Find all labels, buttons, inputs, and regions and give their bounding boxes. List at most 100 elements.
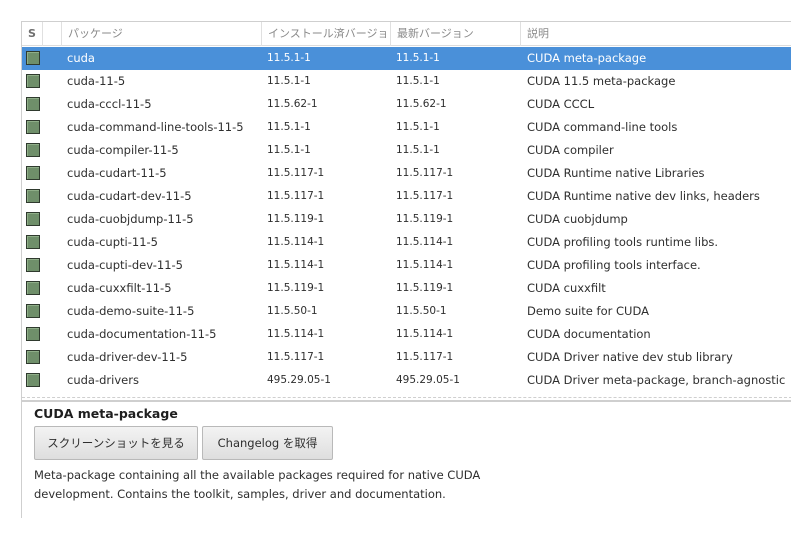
package-description: CUDA meta-package: [527, 51, 647, 65]
package-row[interactable]: cuda-drivers 495.29.05-1 495.29.05-1 CUDA D…: [22, 369, 791, 392]
latest-version: 11.5.114-1: [396, 236, 454, 248]
package-name: cuda-driver-dev-11-5: [67, 350, 188, 364]
latest-version: 11.5.114-1: [396, 259, 454, 271]
package-row[interactable]: cuda-driver-dev-11-5 11.5.117-1 11.5.117-1…: [22, 346, 791, 369]
package-description: CUDA compiler: [527, 143, 614, 157]
installed-version: 11.5.1-1: [267, 75, 311, 87]
installed-version: 495.29.05-1: [267, 374, 331, 386]
details-description: Meta-package containing all the availabl…: [34, 468, 481, 501]
latest-version: 11.5.1-1: [396, 75, 440, 87]
column-header-package[interactable]: パッケージ: [62, 22, 262, 46]
package-row[interactable]: cuda-cupti-dev-11-5 11.5.114-1 11.5.114-1 C…: [22, 254, 791, 277]
package-row[interactable]: cuda-cudart-11-5 11.5.117-1 11.5.117-1 CUDA…: [22, 162, 791, 185]
package-description: CUDA cuxxfilt: [527, 281, 606, 295]
package-name: cuda: [67, 51, 95, 65]
package-description: CUDA profiling tools runtime libs.: [527, 235, 719, 249]
package-row[interactable]: cuda-documentation-11-5 11.5.114-1 11.5.11…: [22, 323, 791, 346]
list-header: S パッケージ インストール済バージョン 最新バージョン 説明: [22, 22, 791, 46]
installed-version: 11.5.117-1: [267, 190, 325, 202]
latest-version: 11.5.1-1: [396, 144, 440, 156]
installed-checkbox-icon[interactable]: [26, 235, 40, 249]
package-name: cuda-cccl-11-5: [67, 97, 152, 111]
installed-version: 11.5.1-1: [267, 52, 311, 64]
installed-checkbox-icon[interactable]: [26, 189, 40, 203]
installed-version: 11.5.114-1: [267, 328, 325, 340]
package-row[interactable]: cuda-cccl-11-5 11.5.62-1 11.5.62-1 CUDA CCC…: [22, 93, 791, 116]
package-row[interactable]: cuda-cupti-11-5 11.5.114-1 11.5.114-1 CUDA …: [22, 231, 791, 254]
package-description: Demo suite for CUDA: [527, 304, 649, 318]
column-header-latest-version[interactable]: 最新バージョン: [391, 22, 521, 46]
latest-version: 11.5.1-1: [396, 52, 440, 64]
package-name: cuda-documentation-11-5: [67, 327, 217, 341]
package-rows: cuda 11.5.1-1 11.5.1-1 CUDA meta-package cud…: [22, 47, 791, 392]
installed-version: 11.5.62-1: [267, 98, 318, 110]
latest-version: 11.5.114-1: [396, 328, 454, 340]
package-row[interactable]: cuda 11.5.1-1 11.5.1-1 CUDA meta-package: [22, 47, 791, 70]
latest-version: 11.5.117-1: [396, 190, 454, 202]
installed-checkbox-icon[interactable]: [26, 97, 40, 111]
column-header-description[interactable]: 説明: [521, 22, 791, 46]
installed-checkbox-icon[interactable]: [26, 281, 40, 295]
installed-checkbox-icon[interactable]: [26, 304, 40, 318]
package-description: CUDA command-line tools: [527, 120, 678, 134]
column-header-status[interactable]: S: [22, 22, 43, 46]
latest-version: 11.5.119-1: [396, 213, 454, 225]
details-pane: CUDA meta-package スクリーンショットを見る Changelog…: [22, 400, 791, 518]
installed-checkbox-icon[interactable]: [26, 143, 40, 157]
package-description: CUDA cuobjdump: [527, 212, 628, 226]
package-description: CUDA CCCL: [527, 97, 595, 111]
latest-version: 495.29.05-1: [396, 374, 460, 386]
installed-version: 11.5.1-1: [267, 144, 311, 156]
package-row[interactable]: cuda-command-line-tools-11-5 11.5.1-1 11.5…: [22, 116, 791, 139]
package-description: CUDA Runtime native dev links, headers: [527, 189, 760, 203]
installed-checkbox-icon[interactable]: [26, 166, 40, 180]
package-row[interactable]: cuda-cuobjdump-11-5 11.5.119-1 11.5.119-1 C…: [22, 208, 791, 231]
get-changelog-button[interactable]: Changelog を取得: [202, 426, 333, 460]
installed-checkbox-icon[interactable]: [26, 74, 40, 88]
installed-version: 11.5.1-1: [267, 121, 311, 133]
synaptic-package-window: S パッケージ インストール済バージョン 最新バージョン 説明 cuda 11.5…: [21, 21, 791, 518]
installed-checkbox-icon[interactable]: [26, 327, 40, 341]
package-name: cuda-11-5: [67, 74, 126, 88]
package-row[interactable]: cuda-cuxxfilt-11-5 11.5.119-1 11.5.119-1 CU…: [22, 277, 791, 300]
installed-version: 11.5.50-1: [267, 305, 318, 317]
installed-version: 11.5.119-1: [267, 282, 325, 294]
column-header-installed-version[interactable]: インストール済バージョン: [262, 22, 391, 46]
latest-version: 11.5.50-1: [396, 305, 447, 317]
installed-version: 11.5.117-1: [267, 351, 325, 363]
package-name: cuda-cuxxfilt-11-5: [67, 281, 172, 295]
latest-version: 11.5.119-1: [396, 282, 454, 294]
package-description: CUDA Runtime native Libraries: [527, 166, 705, 180]
installed-version: 11.5.117-1: [267, 167, 325, 179]
installed-checkbox-icon[interactable]: [26, 258, 40, 272]
installed-checkbox-icon[interactable]: [26, 51, 40, 65]
package-name: cuda-cudart-dev-11-5: [67, 189, 192, 203]
installed-checkbox-icon[interactable]: [26, 373, 40, 387]
latest-version: 11.5.117-1: [396, 167, 454, 179]
package-name: cuda-cupti-11-5: [67, 235, 158, 249]
package-description: CUDA Driver native dev stub library: [527, 350, 733, 364]
latest-version: 11.5.1-1: [396, 121, 440, 133]
installed-version: 11.5.119-1: [267, 213, 325, 225]
package-row[interactable]: cuda-compiler-11-5 11.5.1-1 11.5.1-1 CUDA c…: [22, 139, 791, 162]
package-name: cuda-cuobjdump-11-5: [67, 212, 194, 226]
package-description: CUDA Driver meta-package, branch-agnosti…: [527, 373, 786, 387]
package-row[interactable]: cuda-demo-suite-11-5 11.5.50-1 11.5.50-1 De…: [22, 300, 791, 323]
package-name: cuda-command-line-tools-11-5: [67, 120, 244, 134]
details-title: CUDA meta-package: [34, 406, 178, 421]
installed-checkbox-icon[interactable]: [26, 350, 40, 364]
column-header-spacer: [43, 22, 62, 46]
installed-version: 11.5.114-1: [267, 259, 325, 271]
installed-version: 11.5.114-1: [267, 236, 325, 248]
installed-checkbox-icon[interactable]: [26, 212, 40, 226]
package-row[interactable]: cuda-cudart-dev-11-5 11.5.117-1 11.5.117-1…: [22, 185, 791, 208]
view-screenshot-button[interactable]: スクリーンショットを見る: [34, 426, 198, 460]
package-description: CUDA 11.5 meta-package: [527, 74, 676, 88]
package-name: cuda-cupti-dev-11-5: [67, 258, 183, 272]
package-description: CUDA profiling tools interface.: [527, 258, 701, 272]
installed-checkbox-icon[interactable]: [26, 120, 40, 134]
package-row[interactable]: cuda-11-5 11.5.1-1 11.5.1-1 CUDA 11.5 meta-…: [22, 70, 791, 93]
package-name: cuda-demo-suite-11-5: [67, 304, 195, 318]
package-list: S パッケージ インストール済バージョン 最新バージョン 説明 cuda 11.5…: [22, 22, 791, 397]
package-description: CUDA documentation: [527, 327, 651, 341]
